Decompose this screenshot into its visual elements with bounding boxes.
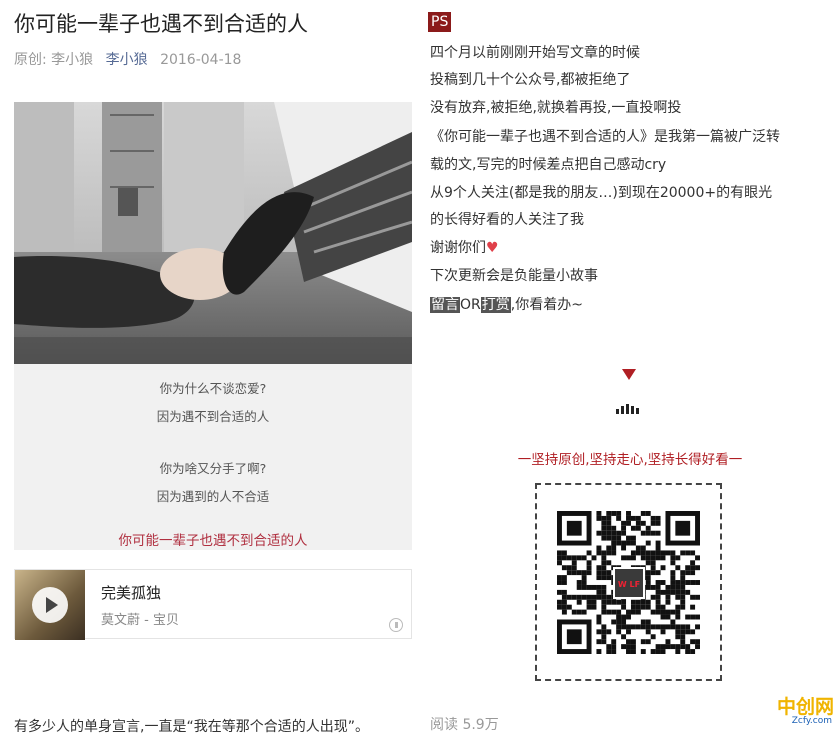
- ps-line: 《你可能一辈子也遇不到合适的人》是我第一篇被广泛转: [430, 129, 780, 145]
- publish-date: 2016-04-18: [160, 52, 242, 68]
- caption-highlight: 你可能一辈子也遇不到合适的人: [118, 533, 308, 549]
- author-link[interactable]: 李小狼: [106, 52, 148, 68]
- reward-link[interactable]: 打赏: [480, 297, 511, 313]
- play-icon[interactable]: [32, 587, 68, 623]
- triangle-down-icon: [622, 369, 636, 380]
- article-column: 你可能一辈子也遇不到合适的人 原创: 李小狼 李小狼 2016-04-18 你为…: [0, 0, 420, 740]
- leave-message-link[interactable]: 留言: [430, 297, 460, 313]
- album-cover: [15, 570, 85, 640]
- song-artist: 莫文蔚 - 宝贝: [101, 613, 179, 628]
- caption-line: 因为遇不到合适的人: [156, 409, 270, 424]
- caption-line: 因为遇到的人不合适: [156, 489, 270, 504]
- music-note-icon: [389, 618, 403, 632]
- slogan: 一坚持原创,坚持走心,坚持长得好看一: [517, 452, 743, 468]
- author-name: 李小狼: [51, 52, 94, 68]
- ps-line: 四个月以前刚刚开始写文章的时候: [430, 45, 640, 61]
- qr-code-frame: W LF: [535, 483, 722, 681]
- ps-thanks-line: 谢谢你们♥: [430, 237, 499, 257]
- photo-illustration: [14, 102, 412, 364]
- ps-line: 的长得好看的人关注了我: [430, 212, 584, 228]
- article-title: 你可能一辈子也遇不到合适的人: [14, 12, 308, 36]
- watermark-name: 中创网: [776, 696, 834, 718]
- cta-tail: ,你看着办~: [510, 297, 583, 313]
- ps-line: 投稿到几十个公众号,都被拒绝了: [430, 72, 631, 88]
- heart-icon: ♥: [486, 240, 499, 256]
- article-meta: 原创: 李小狼 李小狼 2016-04-18: [14, 49, 241, 69]
- ps-column: PS 四个月以前刚刚开始写文章的时候 投稿到几十个公众号,都被拒绝了 没有放弃,…: [420, 0, 840, 740]
- caption-line: 你为啥又分手了啊?: [159, 461, 267, 476]
- song-title: 完美孤独: [101, 584, 162, 602]
- body-text: 有多少人的单身宣言,一直是“我在等那个合适的人出现”。: [14, 719, 369, 735]
- watermark-url: Zcfy.com: [791, 716, 832, 726]
- read-count: 阅读 5.9万: [430, 717, 499, 733]
- equalizer-icon: [616, 404, 642, 414]
- ps-cta-line: 留言OR打赏,你看着办~: [430, 294, 583, 314]
- caption-box: 你为什么不谈恋爱? 因为遇不到合适的人 你为啥又分手了啊? 因为遇到的人不合适 …: [14, 364, 412, 550]
- ps-badge: PS: [428, 12, 452, 32]
- article-photo: [14, 102, 412, 364]
- site-watermark: 中创网 Zcfy.com: [754, 692, 836, 738]
- ps-line: 下次更新会是负能量小故事: [430, 268, 598, 284]
- caption-line: 你为什么不谈恋爱?: [159, 381, 267, 396]
- source-label: 原创:: [14, 52, 47, 68]
- ps-line: 没有放弃,被拒绝,就换着再投,一直投啊投: [430, 100, 682, 116]
- or-text: OR: [460, 297, 481, 313]
- ps-line: 从9个人关注(都是我的朋友…)到现在20000+的有眼光: [430, 185, 773, 201]
- qr-logo: W LF: [613, 567, 645, 599]
- ps-line: 载的文,写完的时候差点把自己感动cry: [430, 157, 667, 173]
- ps-thanks-text: 谢谢你们: [430, 240, 486, 256]
- music-card[interactable]: 完美孤独 莫文蔚 - 宝贝: [14, 569, 412, 640]
